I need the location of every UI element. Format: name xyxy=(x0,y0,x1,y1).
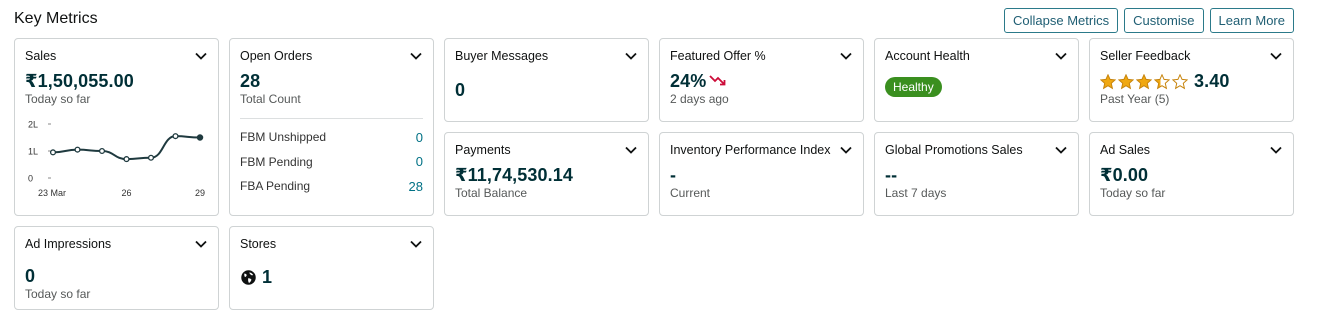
chevron-down-icon[interactable] xyxy=(1269,143,1283,157)
chevron-down-icon[interactable] xyxy=(409,237,423,251)
inventory-performance-card[interactable]: Inventory Performance Index - Current xyxy=(659,132,864,216)
ad-sales-title: Ad Sales xyxy=(1100,143,1151,157)
chevron-down-icon[interactable] xyxy=(839,143,853,157)
x-tick-label: 29 xyxy=(195,188,205,198)
payments-value: ₹11,74,530.14 xyxy=(455,165,573,185)
sales-chart: 0 1L 2L 23 Mar 26 29 xyxy=(25,118,208,205)
ad-impressions-value: 0 xyxy=(25,266,36,286)
metrics-toolbar: Collapse Metrics Customise Learn More xyxy=(1004,8,1294,33)
open-orders-card[interactable]: Open Orders 28 Total Count FBM Unshipped… xyxy=(229,38,434,216)
featured-offer-value: 24% xyxy=(670,71,707,91)
account-health-card[interactable]: Account Health Healthy xyxy=(874,38,1079,122)
status-badge: Healthy xyxy=(885,77,942,97)
buyer-messages-value: 0 xyxy=(455,80,466,100)
chevron-down-icon[interactable] xyxy=(194,237,208,251)
chevron-down-icon[interactable] xyxy=(839,49,853,63)
x-tick-label: 23 Mar xyxy=(38,188,66,198)
ad-impressions-card[interactable]: Ad Impressions 0 Today so far xyxy=(14,226,219,310)
ipi-title: Inventory Performance Index xyxy=(670,143,831,157)
stores-card[interactable]: Stores 1 xyxy=(229,226,434,310)
order-row-fbm-pending: FBM Pending 0 xyxy=(240,150,423,175)
sales-data-point[interactable] xyxy=(98,147,106,155)
global-promotions-card[interactable]: Global Promotions Sales -- Last 7 days xyxy=(874,132,1079,216)
chevron-down-icon[interactable] xyxy=(624,49,638,63)
sales-data-point[interactable] xyxy=(49,149,57,156)
featured-offer-card[interactable]: Featured Offer % 24% 2 days ago xyxy=(659,38,864,122)
sales-line-chart: 0 1L 2L 23 Mar 26 29 xyxy=(28,120,205,199)
order-row-fba-pending: FBA Pending 28 xyxy=(240,174,423,199)
seller-feedback-value: 3.40 xyxy=(1194,71,1230,91)
learn-more-button[interactable]: Learn More xyxy=(1209,8,1294,33)
stores-title: Stores xyxy=(240,237,277,251)
page-title: Key Metrics xyxy=(14,10,98,27)
chevron-down-icon[interactable] xyxy=(1054,49,1068,63)
sales-data-point[interactable] xyxy=(123,156,130,163)
featured-offer-caption: 2 days ago xyxy=(670,92,729,106)
chevron-down-icon[interactable] xyxy=(1054,143,1068,157)
chevron-down-icon[interactable] xyxy=(1269,49,1283,63)
buyer-messages-title: Buyer Messages xyxy=(455,49,549,63)
star-half-icon xyxy=(1154,73,1170,90)
divider xyxy=(240,118,423,119)
y-tick-label: 0 xyxy=(28,174,33,184)
sales-data-point[interactable] xyxy=(147,154,155,161)
star-full-icon xyxy=(1118,73,1134,90)
order-row-label: FBM Unshipped xyxy=(240,130,327,145)
account-health-title: Account Health xyxy=(885,49,970,63)
x-tick-label: 26 xyxy=(122,188,132,198)
sales-card[interactable]: Sales ₹1,50,055.00 Today so far 0 1L 2L 23 … xyxy=(14,38,219,216)
order-row-value-link[interactable]: 0 xyxy=(416,154,423,169)
order-row-value-link[interactable]: 28 xyxy=(409,179,423,194)
sales-data-point[interactable] xyxy=(196,134,204,141)
ad-sales-caption: Today so far xyxy=(1100,186,1166,200)
sales-value: ₹1,50,055.00 xyxy=(25,71,134,91)
chevron-down-icon[interactable] xyxy=(194,49,208,63)
global-promotions-title: Global Promotions Sales xyxy=(885,143,1023,157)
featured-offer-title: Featured Offer % xyxy=(670,49,766,63)
order-row-fbm-unshipped: FBM Unshipped 0 xyxy=(240,125,423,150)
buyer-messages-card[interactable]: Buyer Messages 0 xyxy=(444,38,649,122)
sales-series-line xyxy=(52,135,201,161)
seller-feedback-title: Seller Feedback xyxy=(1100,49,1191,63)
open-orders-caption: Total Count xyxy=(240,92,301,106)
sales-title: Sales xyxy=(25,49,57,63)
star-rating xyxy=(1100,73,1188,90)
sales-caption: Today so far xyxy=(25,92,91,106)
sales-data-point[interactable] xyxy=(172,133,179,140)
global-promotions-value: -- xyxy=(885,165,898,185)
open-orders-title: Open Orders xyxy=(240,49,313,63)
payments-caption: Total Balance xyxy=(455,186,528,200)
order-row-label: FBM Pending xyxy=(240,154,313,169)
trend-down-icon xyxy=(709,74,727,86)
global-promotions-caption: Last 7 days xyxy=(885,186,947,200)
ad-impressions-title: Ad Impressions xyxy=(25,237,112,251)
ad-sales-card[interactable]: Ad Sales ₹0.00 Today so far xyxy=(1089,132,1294,216)
star-empty-icon xyxy=(1172,73,1188,90)
order-row-value-link[interactable]: 0 xyxy=(416,130,423,145)
collapse-metrics-button[interactable]: Collapse Metrics xyxy=(1004,8,1119,33)
seller-feedback-card[interactable]: Seller Feedback 3.40 Past Year (5) xyxy=(1089,38,1294,122)
open-orders-value: 28 xyxy=(240,71,261,91)
y-tick-label: 1L xyxy=(28,147,38,157)
sales-data-point[interactable] xyxy=(74,146,81,153)
ad-impressions-caption: Today so far xyxy=(25,287,91,301)
seller-feedback-caption: Past Year (5) xyxy=(1100,92,1170,106)
y-tick-label: 2L xyxy=(28,120,38,130)
payments-title: Payments xyxy=(455,143,511,157)
chevron-down-icon[interactable] xyxy=(624,143,638,157)
customise-button[interactable]: Customise xyxy=(1124,8,1204,33)
order-row-label: FBA Pending xyxy=(240,179,311,194)
payments-card[interactable]: Payments ₹11,74,530.14 Total Balance xyxy=(444,132,649,216)
ipi-value: - xyxy=(670,165,677,185)
globe-icon xyxy=(240,269,257,286)
ipi-caption: Current xyxy=(670,186,711,200)
star-full-icon xyxy=(1136,73,1152,90)
chevron-down-icon[interactable] xyxy=(409,49,423,63)
ad-sales-value: ₹0.00 xyxy=(1100,165,1149,185)
star-full-icon xyxy=(1100,73,1116,90)
stores-value: 1 xyxy=(262,267,273,287)
